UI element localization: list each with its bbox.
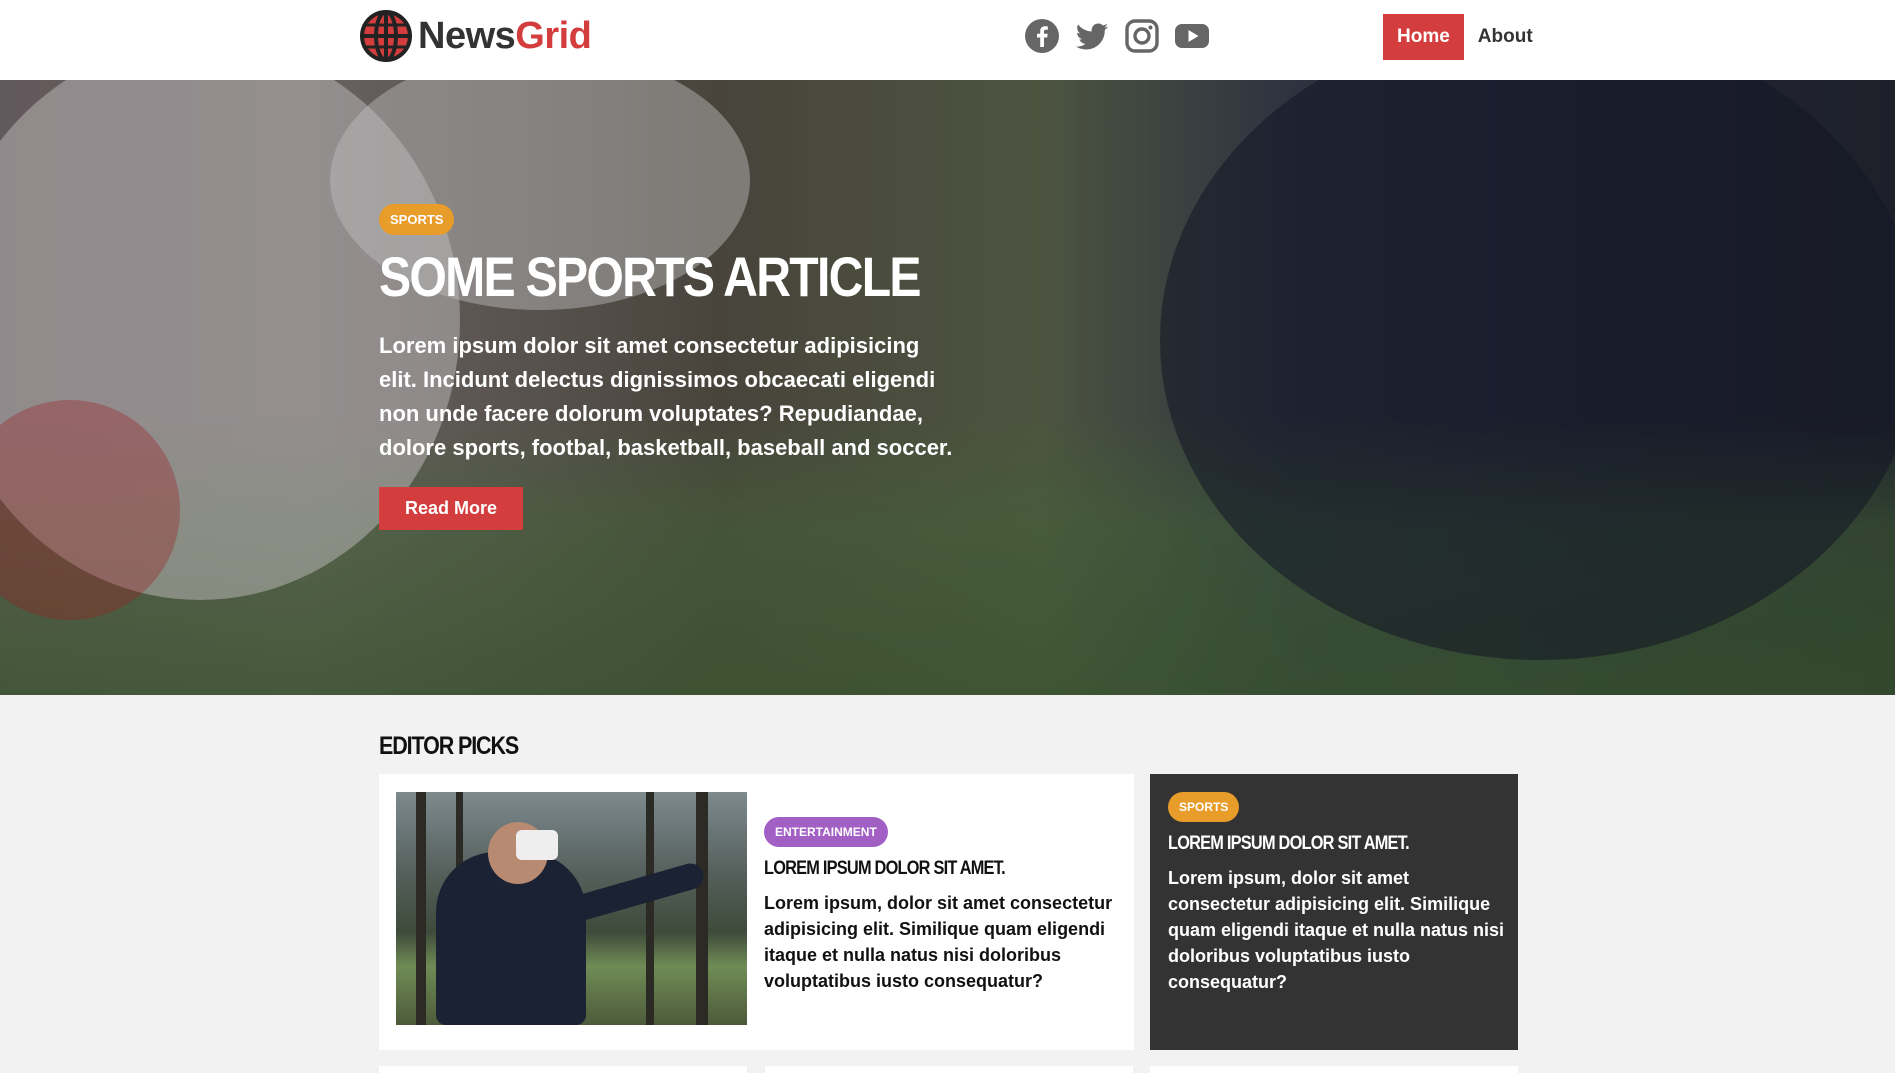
editor-pick-side-card[interactable]: Sports Lorem ipsum dolor sit amet. Lorem… — [1150, 774, 1518, 1050]
brand-name-part2: Grid — [515, 15, 592, 57]
editor-pick-card-text: Lorem ipsum, dolor sit amet consectetur … — [764, 893, 1113, 991]
read-more-button[interactable]: Read More — [379, 487, 524, 530]
hero-category-tag[interactable]: Sports — [379, 204, 455, 235]
editor-pick-side-card-body: Sports Lorem ipsum dolor sit amet. Lorem… — [1168, 792, 1508, 995]
nav-about[interactable]: About — [1464, 14, 1547, 60]
editor-pick-card-body: Entertainment Lorem ipsum dolor sit amet… — [764, 817, 1114, 994]
brand-name-part1: News — [418, 15, 516, 57]
globe-logo-icon — [360, 10, 412, 62]
vr-headset-photo — [396, 792, 747, 1025]
next-row-card-1 — [379, 1066, 747, 1073]
social-links — [1024, 18, 1210, 54]
logo[interactable]: NewsGrid — [360, 10, 592, 62]
entertainment-category-tag[interactable]: Entertainment — [764, 817, 888, 847]
youtube-icon[interactable] — [1174, 18, 1210, 54]
hero-description: Lorem ipsum dolor sit amet consectetur a… — [379, 333, 953, 460]
navbar: NewsGrid Home About — [0, 0, 1895, 80]
facebook-icon[interactable] — [1024, 18, 1060, 54]
instagram-icon[interactable] — [1124, 18, 1160, 54]
main-nav: Home About — [1383, 14, 1547, 60]
nav-home[interactable]: Home — [1383, 14, 1464, 60]
editor-pick-card-title[interactable]: Lorem ipsum dolor sit amet. — [764, 858, 1065, 880]
editor-pick-side-card-text: Lorem ipsum, dolor sit amet consectetur … — [1168, 868, 1505, 992]
twitter-icon[interactable] — [1074, 18, 1110, 54]
editor-pick-card[interactable]: Entertainment Lorem ipsum dolor sit amet… — [379, 774, 1134, 1050]
hero-title: Some Sports Article — [379, 245, 922, 308]
vr-headset — [516, 830, 558, 860]
hero-section: Sports Some Sports Article Lorem ipsum d… — [0, 80, 1895, 695]
editor-picks-heading: Editor Picks — [379, 732, 519, 760]
editor-pick-side-card-title[interactable]: Lorem ipsum dolor sit amet. — [1168, 833, 1460, 855]
brand-name: NewsGrid — [418, 15, 592, 57]
next-row-card-2 — [765, 1066, 1133, 1073]
hero-content: Sports Some Sports Article Lorem ipsum d… — [379, 204, 959, 530]
sports-category-tag[interactable]: Sports — [1168, 792, 1240, 822]
next-row-card-3 — [1150, 1066, 1518, 1073]
